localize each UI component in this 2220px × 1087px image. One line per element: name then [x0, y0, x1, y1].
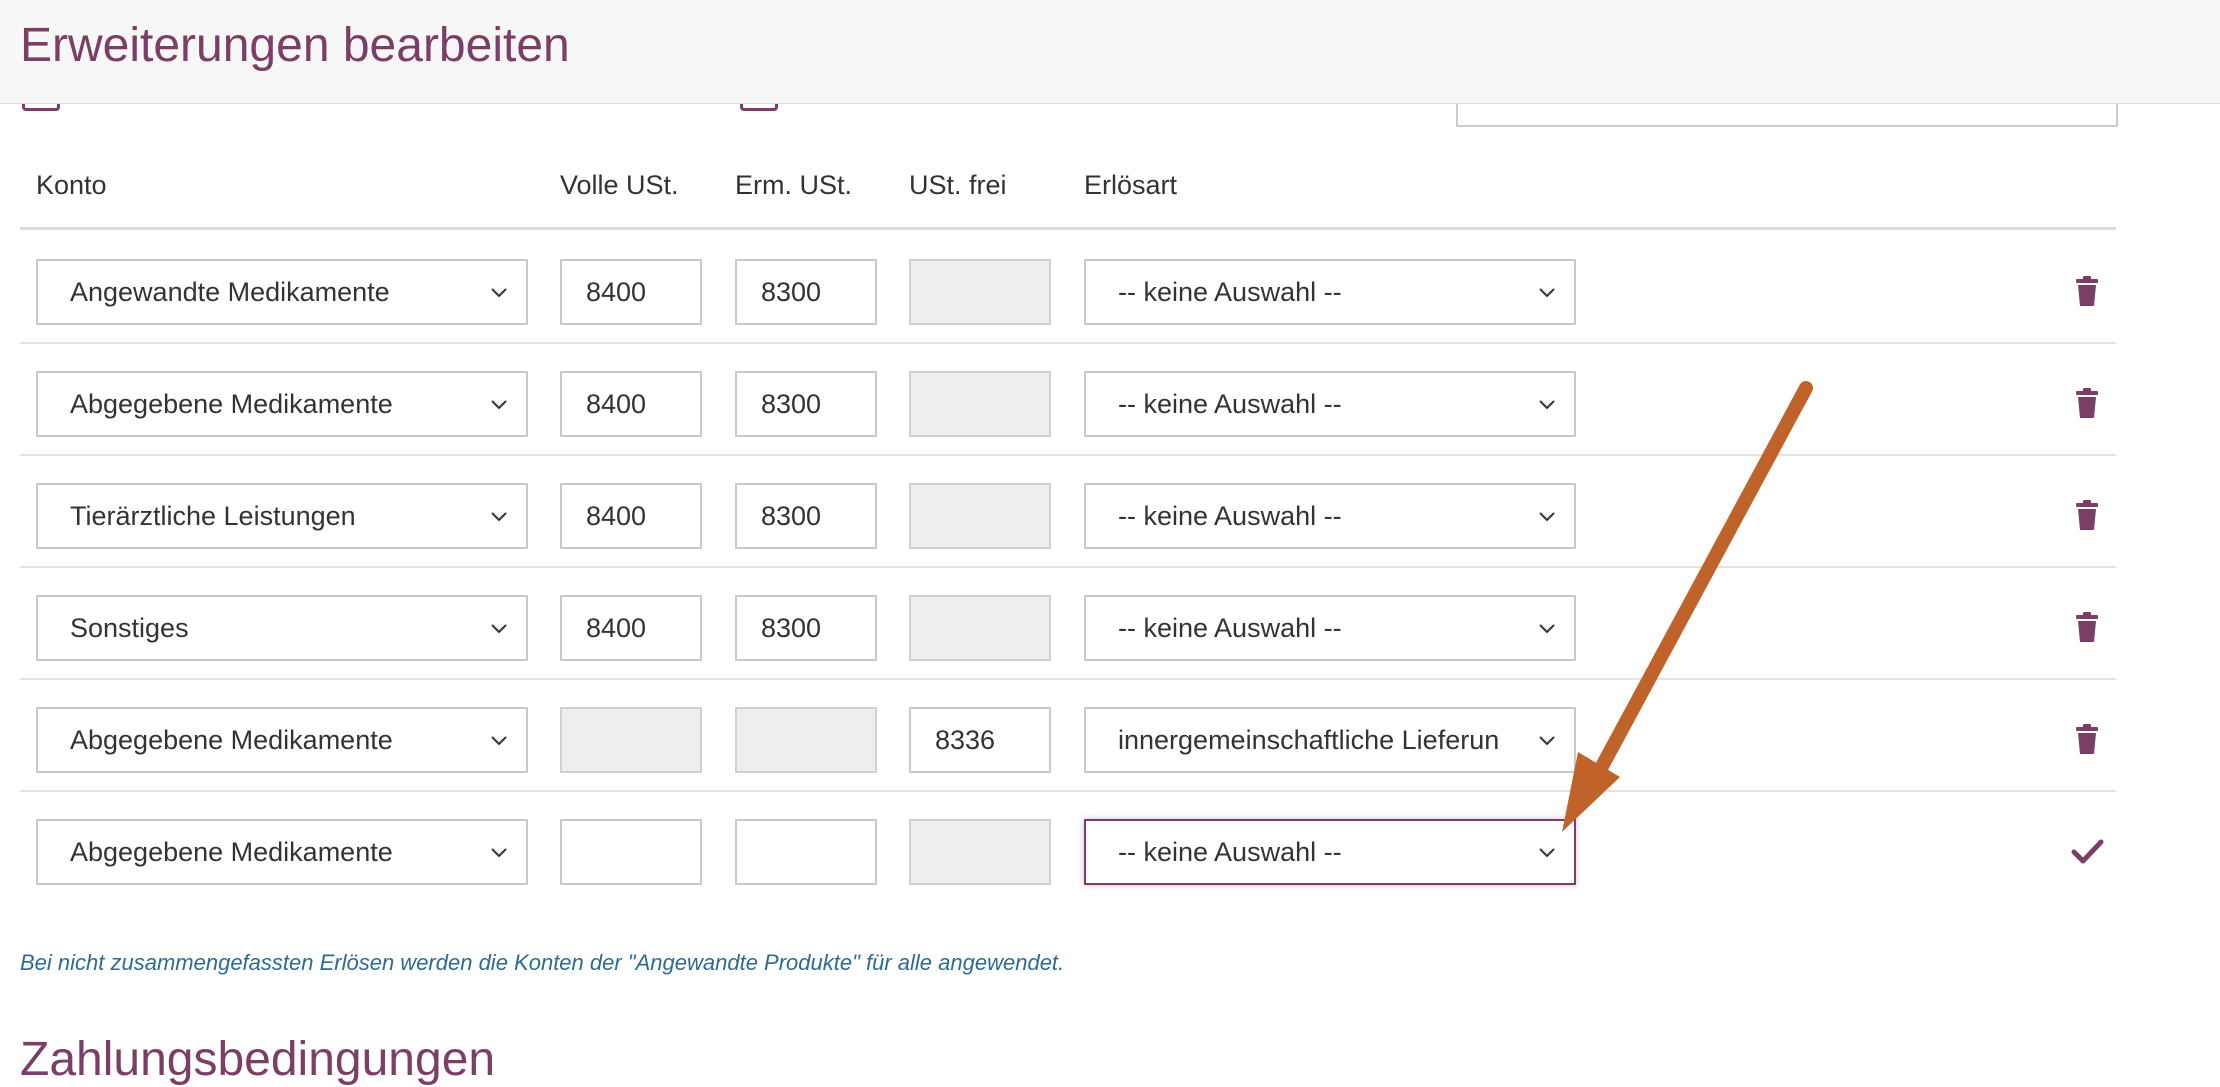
- info-note: Bei nicht zusammengefassten Erlösen werd…: [20, 950, 1065, 975]
- column-header-erloesart: Erlösart: [1084, 170, 1178, 200]
- konto-select-value: Abgegebene Medikamente: [70, 836, 393, 867]
- konto-select[interactable]: Abgegebene Medikamente: [36, 371, 528, 437]
- page-title: Erweiterungen bearbeiten: [20, 19, 570, 72]
- konto-select-value: Tierärztliche Leistungen: [70, 500, 356, 531]
- row-divider: [20, 678, 2116, 680]
- ust-frei-input: [909, 259, 1051, 325]
- volle-ust-input[interactable]: 8400: [560, 483, 702, 549]
- konto-select[interactable]: Abgegebene Medikamente: [36, 819, 528, 885]
- erm-ust-input[interactable]: 8300: [735, 259, 877, 325]
- chevron-down-icon: [491, 624, 507, 634]
- chevron-down-icon: [491, 288, 507, 298]
- chevron-down-icon: [1539, 288, 1555, 298]
- erloesart-select[interactable]: -- keine Auswahl --: [1084, 819, 1576, 885]
- erm-ust-input[interactable]: 8300: [735, 595, 877, 661]
- ust-frei-input: [909, 595, 1051, 661]
- konto-select[interactable]: Abgegebene Medikamente: [36, 707, 528, 773]
- erm-ust-input[interactable]: 8300: [735, 371, 877, 437]
- ust-frei-input[interactable]: 8336: [909, 707, 1051, 773]
- column-header-ust-frei: USt. frei: [909, 170, 1007, 200]
- chevron-down-icon: [491, 736, 507, 746]
- konto-select[interactable]: Tierärztliche Leistungen: [36, 483, 528, 549]
- chevron-down-icon: [491, 512, 507, 522]
- erloesart-select-value: -- keine Auswahl --: [1118, 612, 1342, 643]
- chevron-down-icon: [1539, 624, 1555, 634]
- checkmark-icon[interactable]: [2067, 831, 2107, 871]
- row-divider: [20, 790, 2116, 792]
- trash-icon[interactable]: [2067, 384, 2107, 424]
- ust-frei-input: [909, 819, 1051, 885]
- konto-select[interactable]: Sonstiges: [36, 595, 528, 661]
- chevron-down-icon: [491, 848, 507, 858]
- column-header-volle-ust: Volle USt.: [560, 170, 679, 200]
- chevron-down-icon: [1539, 736, 1555, 746]
- erm-ust-input[interactable]: 8300: [735, 483, 877, 549]
- konto-select-value: Sonstiges: [70, 612, 189, 643]
- erloesart-select-value: -- keine Auswahl --: [1118, 388, 1342, 419]
- trash-icon[interactable]: [2067, 720, 2107, 760]
- volle-ust-input[interactable]: 8400: [560, 259, 702, 325]
- chevron-down-icon: [1539, 848, 1555, 858]
- table-header-divider: [20, 227, 2116, 230]
- erloesart-select[interactable]: -- keine Auswahl --: [1084, 371, 1576, 437]
- konto-select[interactable]: Angewandte Medikamente: [36, 259, 528, 325]
- trash-icon[interactable]: [2067, 496, 2107, 536]
- erloesart-select-value: innergemeinschaftliche Lieferun: [1118, 724, 1500, 755]
- konto-select-value: Abgegebene Medikamente: [70, 724, 393, 755]
- erloesart-select[interactable]: innergemeinschaftliche Lieferun: [1084, 707, 1576, 773]
- erm-ust-input[interactable]: [735, 819, 877, 885]
- volle-ust-input[interactable]: 8400: [560, 595, 702, 661]
- row-divider: [20, 566, 2116, 568]
- erm-ust-input: [735, 707, 877, 773]
- trash-icon[interactable]: [2067, 272, 2107, 312]
- ust-frei-input: [909, 483, 1051, 549]
- volle-ust-input[interactable]: 8400: [560, 371, 702, 437]
- volle-ust-input: [560, 707, 702, 773]
- chevron-down-icon: [491, 400, 507, 410]
- erloesart-select[interactable]: -- keine Auswahl --: [1084, 259, 1576, 325]
- chevron-down-icon: [1539, 400, 1555, 410]
- page-header: Erweiterungen bearbeiten: [0, 0, 2220, 104]
- erloesart-select-value: -- keine Auswahl --: [1118, 836, 1342, 867]
- ust-frei-input: [909, 371, 1051, 437]
- chevron-down-icon: [1539, 512, 1555, 522]
- section-title-zahlungsbedingungen: Zahlungsbedingungen: [20, 1033, 496, 1086]
- column-header-erm-ust: Erm. USt.: [735, 170, 853, 200]
- erloesart-select[interactable]: -- keine Auswahl --: [1084, 595, 1576, 661]
- trash-icon[interactable]: [2067, 608, 2107, 648]
- volle-ust-input[interactable]: [560, 819, 702, 885]
- erloesart-select-value: -- keine Auswahl --: [1118, 276, 1342, 307]
- row-divider: [20, 454, 2116, 456]
- column-header-konto: Konto: [36, 170, 107, 200]
- row-divider: [20, 342, 2116, 344]
- konto-select-value: Abgegebene Medikamente: [70, 388, 393, 419]
- konto-select-value: Angewandte Medikamente: [70, 276, 390, 307]
- erloesart-select[interactable]: -- keine Auswahl --: [1084, 483, 1576, 549]
- erloesart-select-value: -- keine Auswahl --: [1118, 500, 1342, 531]
